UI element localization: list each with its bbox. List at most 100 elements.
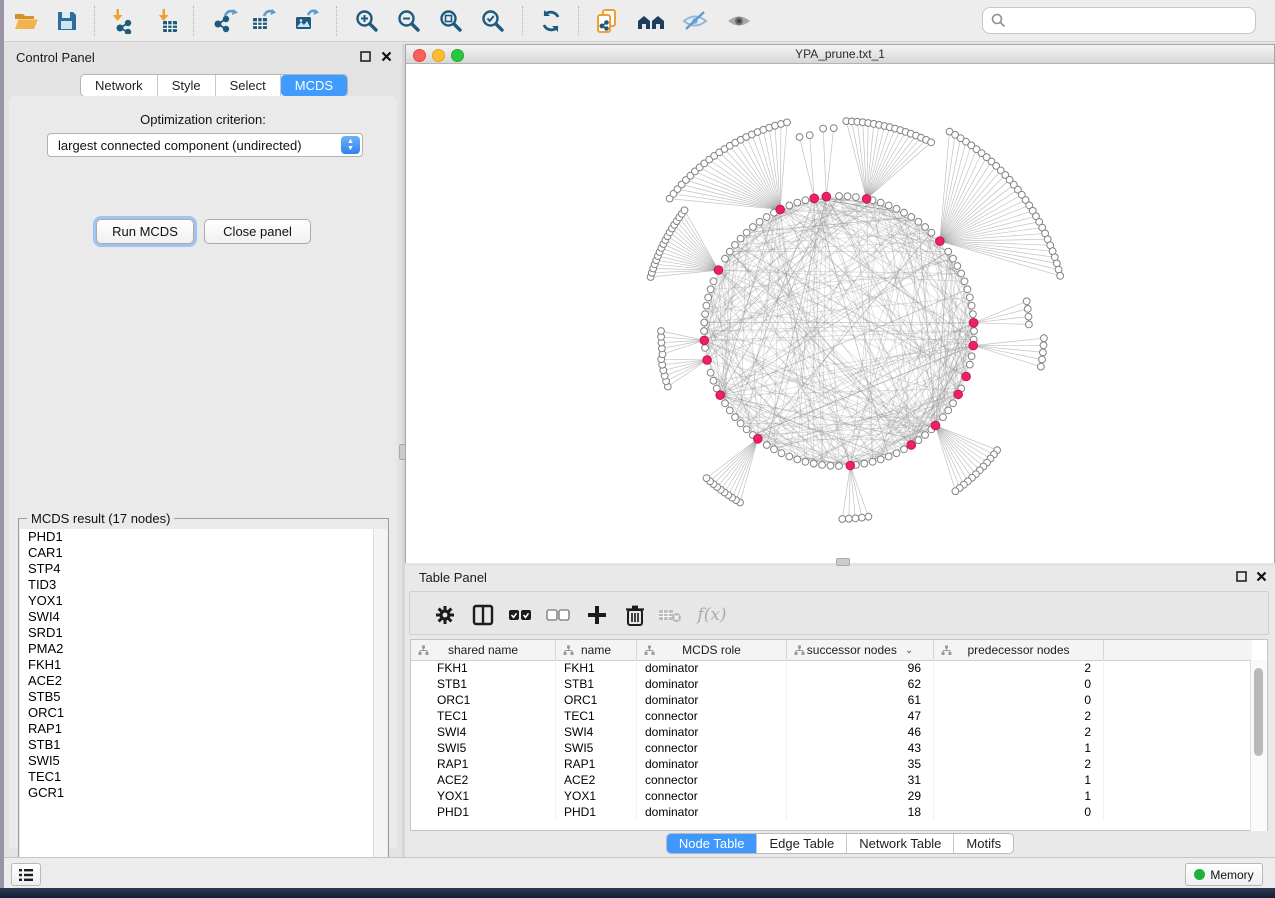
- cell-name[interactable]: STB1: [556, 676, 637, 692]
- cell-shared-name[interactable]: RAP1: [411, 756, 556, 772]
- column-header-successor-nodes[interactable]: successor nodes⌄: [787, 640, 934, 660]
- cell-shared-name[interactable]: YOX1: [411, 788, 556, 804]
- cell-mcds-role[interactable]: dominator: [637, 676, 787, 692]
- mcds-result-item[interactable]: STB5: [20, 689, 375, 705]
- cell-predecessor-nodes[interactable]: 0: [934, 804, 1104, 820]
- hide-selected-button[interactable]: [678, 4, 712, 38]
- cell-successor-nodes[interactable]: 47: [787, 708, 934, 724]
- cell-predecessor-nodes[interactable]: 0: [934, 692, 1104, 708]
- mcds-result-item[interactable]: PHD1: [20, 529, 375, 545]
- table-scrollbar[interactable]: [1250, 660, 1267, 831]
- show-all-button[interactable]: [722, 4, 756, 38]
- search-bar[interactable]: [982, 7, 1256, 34]
- cell-successor-nodes[interactable]: 43: [787, 740, 934, 756]
- import-network-button[interactable]: [104, 4, 138, 38]
- cell-predecessor-nodes[interactable]: 1: [934, 740, 1104, 756]
- criterion-dropdown[interactable]: largest connected component (undirected)…: [47, 133, 363, 157]
- cell-mcds-role[interactable]: connector: [637, 772, 787, 788]
- cell-successor-nodes[interactable]: 31: [787, 772, 934, 788]
- cell-name[interactable]: TEC1: [556, 708, 637, 724]
- cell-shared-name[interactable]: FKH1: [411, 660, 556, 676]
- table-row[interactable]: ORC1ORC1dominator610: [411, 692, 1252, 708]
- cell-predecessor-nodes[interactable]: 2: [934, 756, 1104, 772]
- open-session-button[interactable]: [9, 4, 43, 38]
- tab-network[interactable]: Network: [81, 75, 158, 96]
- mcds-result-item[interactable]: ORC1: [20, 705, 375, 721]
- mcds-result-item[interactable]: SWI5: [20, 753, 375, 769]
- tab-mcds[interactable]: MCDS: [281, 75, 347, 96]
- cell-successor-nodes[interactable]: 62: [787, 676, 934, 692]
- mcds-result-item[interactable]: STB1: [20, 737, 375, 753]
- select-all-button[interactable]: [507, 602, 533, 628]
- tab-select[interactable]: Select: [216, 75, 281, 96]
- cell-mcds-role[interactable]: dominator: [637, 724, 787, 740]
- export-network-button[interactable]: [208, 4, 242, 38]
- create-column-button[interactable]: [584, 602, 610, 628]
- mcds-result-item[interactable]: YOX1: [20, 593, 375, 609]
- cell-predecessor-nodes[interactable]: 2: [934, 708, 1104, 724]
- export-image-button[interactable]: [289, 4, 323, 38]
- mcds-result-item[interactable]: TEC1: [20, 769, 375, 785]
- cell-predecessor-nodes[interactable]: 2: [934, 660, 1104, 676]
- mcds-result-item[interactable]: STP4: [20, 561, 375, 577]
- cell-name[interactable]: SWI5: [556, 740, 637, 756]
- first-neighbors-button[interactable]: [634, 4, 668, 38]
- deselect-all-button[interactable]: [545, 602, 571, 628]
- cell-name[interactable]: ORC1: [556, 692, 637, 708]
- cell-mcds-role[interactable]: connector: [637, 708, 787, 724]
- table-row[interactable]: TEC1TEC1connector472: [411, 708, 1252, 724]
- table-row[interactable]: STB1STB1dominator620: [411, 676, 1252, 692]
- table-row[interactable]: YOX1YOX1connector291: [411, 788, 1252, 804]
- save-session-button[interactable]: [50, 4, 84, 38]
- mcds-result-item[interactable]: FKH1: [20, 657, 375, 673]
- cell-shared-name[interactable]: ORC1: [411, 692, 556, 708]
- mcds-list-scrollbar[interactable]: [373, 529, 387, 889]
- cell-mcds-role[interactable]: connector: [637, 740, 787, 756]
- mcds-result-item[interactable]: ACE2: [20, 673, 375, 689]
- cell-shared-name[interactable]: STB1: [411, 676, 556, 692]
- cell-shared-name[interactable]: ACE2: [411, 772, 556, 788]
- import-table-button[interactable]: [150, 4, 184, 38]
- cell-name[interactable]: PHD1: [556, 804, 637, 820]
- export-table-button[interactable]: [246, 4, 280, 38]
- cell-mcds-role[interactable]: dominator: [637, 756, 787, 772]
- table-row[interactable]: SWI5SWI5connector431: [411, 740, 1252, 756]
- cell-successor-nodes[interactable]: 61: [787, 692, 934, 708]
- tab-motifs[interactable]: Motifs: [954, 834, 1013, 853]
- table-settings-button[interactable]: [432, 602, 458, 628]
- tab-network-table[interactable]: Network Table: [847, 834, 954, 853]
- cell-successor-nodes[interactable]: 46: [787, 724, 934, 740]
- show-columns-button[interactable]: [470, 602, 496, 628]
- zoom-out-button[interactable]: [392, 4, 426, 38]
- cell-shared-name[interactable]: SWI4: [411, 724, 556, 740]
- duplicate-network-button[interactable]: [590, 4, 624, 38]
- column-header-predecessor-nodes[interactable]: predecessor nodes: [934, 640, 1104, 660]
- cell-successor-nodes[interactable]: 18: [787, 804, 934, 820]
- zoom-fit-button[interactable]: [434, 4, 468, 38]
- task-history-button[interactable]: [11, 863, 41, 886]
- tab-style[interactable]: Style: [158, 75, 216, 96]
- mcds-result-item[interactable]: GCR1: [20, 785, 375, 801]
- cell-name[interactable]: SWI4: [556, 724, 637, 740]
- mcds-result-item[interactable]: RAP1: [20, 721, 375, 737]
- cell-predecessor-nodes[interactable]: 1: [934, 772, 1104, 788]
- horizontal-splitter-handle[interactable]: [836, 558, 850, 566]
- cell-mcds-role[interactable]: dominator: [637, 660, 787, 676]
- table-row[interactable]: PHD1PHD1dominator180: [411, 804, 1252, 820]
- cell-predecessor-nodes[interactable]: 0: [934, 676, 1104, 692]
- cell-name[interactable]: ACE2: [556, 772, 637, 788]
- delete-column-button[interactable]: [622, 602, 648, 628]
- tab-edge-table[interactable]: Edge Table: [757, 834, 847, 853]
- cell-successor-nodes[interactable]: 35: [787, 756, 934, 772]
- cell-predecessor-nodes[interactable]: 1: [934, 788, 1104, 804]
- mcds-result-item[interactable]: SWI4: [20, 609, 375, 625]
- table-scrollbar-thumb[interactable]: [1254, 668, 1263, 756]
- zoom-in-button[interactable]: [350, 4, 384, 38]
- column-header-MCDS-role[interactable]: MCDS role: [637, 640, 787, 660]
- column-header-shared-name[interactable]: shared name: [411, 640, 556, 660]
- search-input[interactable]: [1012, 12, 1255, 29]
- mcds-result-item[interactable]: TID3: [20, 577, 375, 593]
- run-mcds-button[interactable]: Run MCDS: [96, 219, 194, 244]
- cell-successor-nodes[interactable]: 29: [787, 788, 934, 804]
- close-panel-icon[interactable]: [1255, 570, 1268, 583]
